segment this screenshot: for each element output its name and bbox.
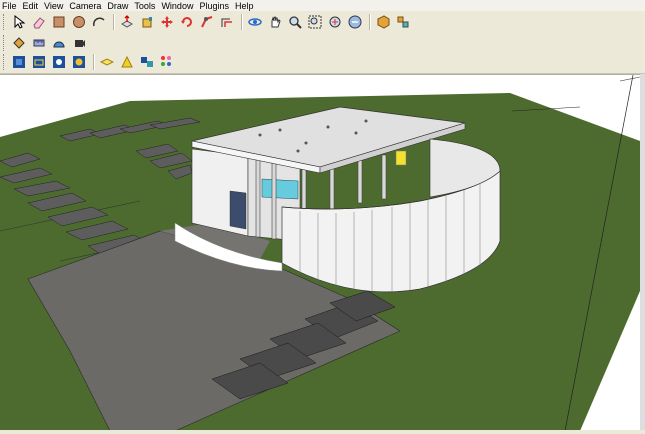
zoom-window-icon[interactable] [306, 13, 324, 31]
move-icon[interactable] [158, 13, 176, 31]
fog-icon[interactable] [158, 53, 176, 71]
arc-icon[interactable] [90, 13, 108, 31]
get-models-icon[interactable] [374, 13, 392, 31]
toolbar-grip[interactable] [3, 54, 7, 70]
construction-toolbar [0, 33, 645, 52]
toolbar-grip[interactable] [3, 35, 7, 51]
interior-glass [229, 190, 247, 230]
model-scene [0, 75, 640, 431]
hidden-line-icon[interactable] [50, 53, 68, 71]
tape-measure-icon[interactable] [30, 34, 48, 52]
styles-toolbar [0, 51, 645, 74]
toolbar-separator [369, 14, 371, 30]
components-icon[interactable] [394, 13, 412, 31]
zoom-extents-icon[interactable] [326, 13, 344, 31]
shadows-icon[interactable] [138, 53, 156, 71]
protractor-icon[interactable] [50, 34, 68, 52]
rotate-icon[interactable] [178, 13, 196, 31]
eraser-icon[interactable] [30, 13, 48, 31]
main-toolbar [0, 11, 645, 34]
select-icon[interactable] [10, 13, 28, 31]
zoom-icon[interactable] [286, 13, 304, 31]
toolbar-separator [93, 54, 95, 70]
model-viewport[interactable] [0, 74, 640, 431]
toolbar-separator [113, 14, 115, 30]
vertical-scrollbar[interactable] [640, 74, 645, 430]
field-edge [619, 76, 640, 82]
rectangle-icon[interactable] [50, 13, 68, 31]
shaded-textures-icon[interactable] [98, 53, 116, 71]
wireframe-icon[interactable] [30, 53, 48, 71]
pan-icon[interactable] [266, 13, 284, 31]
accent-panel [395, 150, 407, 166]
toolbar-grip[interactable] [3, 14, 7, 30]
camera-position-icon[interactable] [70, 34, 88, 52]
previous-view-icon[interactable] [346, 13, 364, 31]
circle-icon[interactable] [70, 13, 88, 31]
toolbar-separator [241, 14, 243, 30]
monochrome-icon[interactable] [118, 53, 136, 71]
orbit-icon[interactable] [246, 13, 264, 31]
push-pull-icon[interactable] [118, 13, 136, 31]
follow-me-icon[interactable] [198, 13, 216, 31]
interior-glass [261, 178, 299, 200]
shaded-icon[interactable] [70, 53, 88, 71]
xray-icon[interactable] [10, 53, 28, 71]
paint-bucket-icon[interactable] [138, 13, 156, 31]
section-plane-icon[interactable] [10, 34, 28, 52]
offset-icon[interactable] [218, 13, 236, 31]
status-bar [0, 430, 645, 434]
